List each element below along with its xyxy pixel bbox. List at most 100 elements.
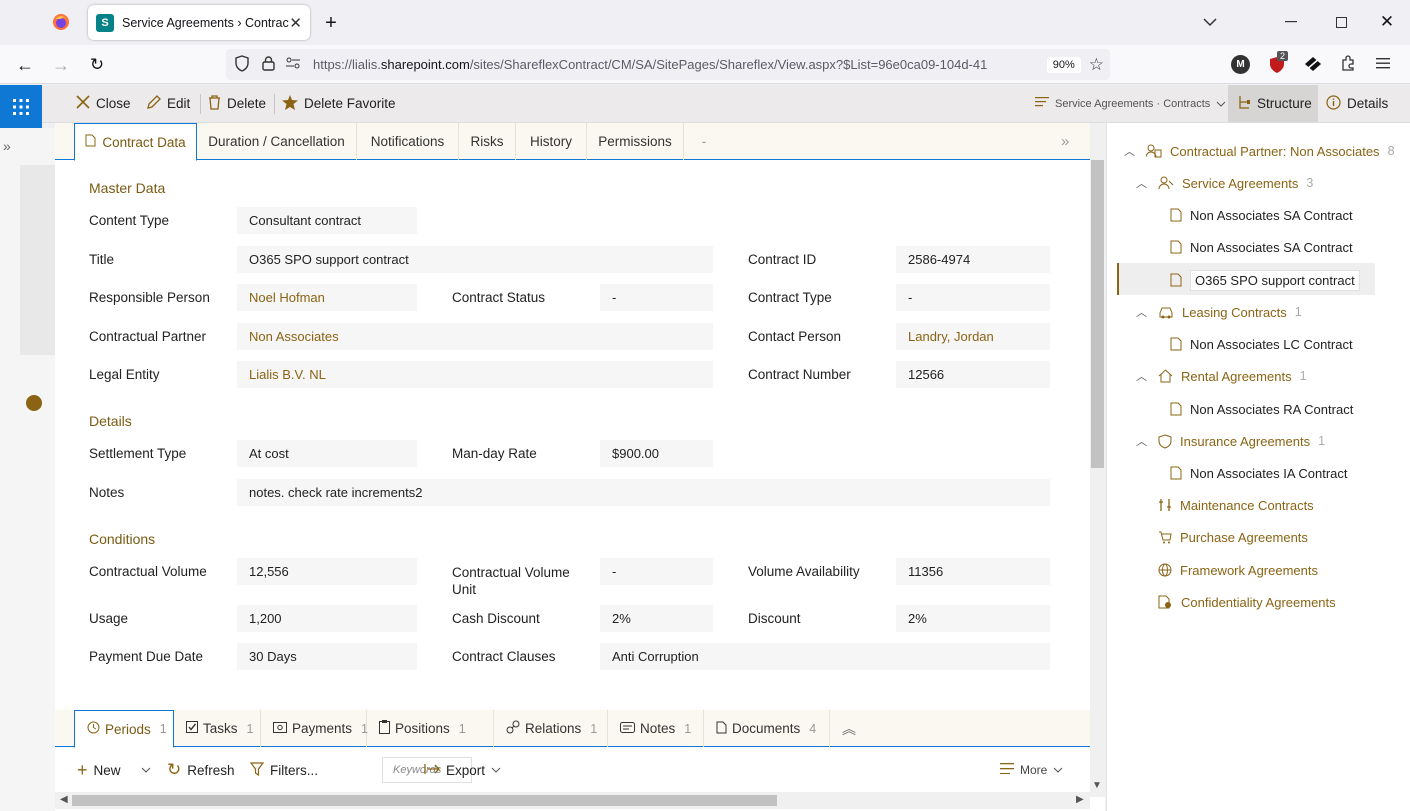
- tab-notifications[interactable]: Notifications: [357, 123, 459, 160]
- field-discount[interactable]: 2%: [896, 605, 1050, 632]
- breadcrumb-dropdown[interactable]: Service Agreements · Contracts: [1035, 85, 1226, 122]
- horizontal-scroll-thumb[interactable]: [72, 795, 777, 806]
- browser-tab[interactable]: S Service Agreements › Contracts ✕: [88, 5, 310, 40]
- field-payment-due-date[interactable]: 30 Days: [237, 643, 417, 670]
- tree-item-ia-contract[interactable]: Non Associates IA Contract: [1170, 462, 1348, 484]
- extensions-puzzle-icon[interactable]: [1340, 55, 1360, 75]
- delete-button[interactable]: Delete: [208, 85, 266, 122]
- collapse-tabs-icon[interactable]: ︽: [830, 710, 870, 747]
- tree-item-ra-contract[interactable]: Non Associates RA Contract: [1170, 398, 1353, 420]
- more-button[interactable]: More: [1000, 748, 1063, 792]
- tree-item-lc-contract[interactable]: Non Associates LC Contract: [1170, 333, 1353, 355]
- maximize-icon[interactable]: [1330, 12, 1352, 32]
- field-man-day-rate[interactable]: $900.00: [600, 440, 713, 467]
- new-dropdown-chevron[interactable]: [141, 748, 151, 792]
- scroll-right-arrow[interactable]: ▶: [1076, 794, 1084, 805]
- field-notes[interactable]: notes. check rate increments2: [237, 479, 1050, 506]
- field-usage[interactable]: 1,200: [237, 605, 417, 632]
- firefox-icon[interactable]: [52, 13, 70, 34]
- tab-positions[interactable]: Positions 1: [367, 710, 494, 747]
- tab-contract-data[interactable]: Contract Data: [74, 123, 197, 161]
- tab-periods[interactable]: Periods 1: [74, 710, 174, 748]
- list-all-tabs-icon[interactable]: [1200, 12, 1220, 32]
- minimize-icon[interactable]: [1280, 12, 1302, 32]
- field-contractual-volume-unit[interactable]: -: [600, 558, 713, 585]
- tree-maintenance-contracts[interactable]: Maintenance Contracts: [1158, 494, 1314, 516]
- close-tab-icon[interactable]: ✕: [289, 14, 302, 32]
- label-title: Title: [89, 252, 115, 267]
- field-content-type[interactable]: Consultant contract: [237, 207, 417, 234]
- tree-leasing-contracts[interactable]: ︿ Leasing Contracts 1: [1136, 301, 1302, 323]
- field-volume-availability[interactable]: 11356: [896, 558, 1050, 585]
- permissions-icon[interactable]: [285, 57, 301, 72]
- tab-tasks[interactable]: Tasks 1: [174, 710, 261, 747]
- refresh-button[interactable]: ↻ Refresh: [167, 748, 235, 792]
- tab-relations[interactable]: Relations 1: [494, 710, 608, 747]
- tree-item-o365-contract[interactable]: O365 SPO support contract: [1170, 269, 1360, 291]
- field-contractual-partner[interactable]: Non Associates: [237, 323, 713, 350]
- field-contract-id[interactable]: 2586-4974: [896, 246, 1050, 273]
- shield-icon[interactable]: [234, 54, 250, 75]
- field-responsible-person[interactable]: Noel Hofman: [237, 284, 417, 311]
- edit-button[interactable]: Edit: [146, 85, 190, 122]
- tab-documents[interactable]: Documents 4: [704, 710, 830, 747]
- field-contract-clauses[interactable]: Anti Corruption: [600, 643, 1050, 670]
- scroll-left-arrow[interactable]: ◀: [60, 794, 68, 805]
- tab-permissions[interactable]: Permissions: [587, 123, 684, 160]
- reload-icon[interactable]: ↻: [86, 54, 108, 76]
- tree-root-contractual-partner[interactable]: ︿ Contractual Partner: Non Associates 8: [1124, 140, 1395, 162]
- field-contract-type[interactable]: -: [896, 284, 1050, 311]
- scroll-down-arrow[interactable]: ▼: [1092, 780, 1102, 791]
- app-launcher-icon[interactable]: [0, 85, 42, 128]
- tab-payments[interactable]: Payments 1: [261, 710, 368, 747]
- chevron-up-icon[interactable]: ︿: [1136, 175, 1148, 191]
- delete-favorite-button[interactable]: Delete Favorite: [282, 85, 396, 122]
- close-button[interactable]: Close: [76, 85, 131, 122]
- tab-duration-cancellation[interactable]: Duration / Cancellation: [197, 123, 357, 160]
- chevron-up-icon[interactable]: ︿: [1136, 433, 1148, 449]
- chevron-up-icon[interactable]: ︿: [1124, 143, 1136, 159]
- profile-avatar[interactable]: M: [1231, 55, 1250, 74]
- structure-button[interactable]: Structure: [1228, 85, 1318, 122]
- window-close-icon[interactable]: ✕: [1376, 12, 1398, 32]
- field-settlement-type[interactable]: At cost: [237, 440, 417, 467]
- field-title[interactable]: O365 SPO support contract: [237, 246, 713, 273]
- details-button[interactable]: Details: [1326, 85, 1388, 122]
- tree-item-sa-contract-2[interactable]: Non Associates SA Contract: [1170, 236, 1353, 258]
- new-tab-icon[interactable]: +: [320, 12, 342, 34]
- tree-rental-agreements[interactable]: ︿ Rental Agreements 1: [1136, 365, 1307, 387]
- tree-purchase-agreements[interactable]: Purchase Agreements: [1158, 526, 1308, 548]
- new-button[interactable]: + New: [77, 748, 121, 792]
- tab-more[interactable]: -: [684, 123, 724, 160]
- scroll-tabs-icon[interactable]: »: [1061, 133, 1069, 150]
- chevron-up-icon[interactable]: ︿: [1136, 368, 1148, 384]
- field-cash-discount[interactable]: 2%: [600, 605, 713, 632]
- tree-service-agreements[interactable]: ︿ Service Agreements 3: [1136, 172, 1313, 194]
- field-contractual-volume[interactable]: 12,556: [237, 558, 417, 585]
- filters-button[interactable]: Filters...: [249, 748, 318, 792]
- back-icon[interactable]: ←: [14, 54, 36, 76]
- tab-notes[interactable]: Notes 1: [608, 710, 704, 747]
- zoom-level[interactable]: 90%: [1046, 56, 1081, 73]
- ublock-extension-icon[interactable]: 2: [1268, 51, 1289, 75]
- field-contract-status[interactable]: -: [600, 284, 713, 311]
- menu-icon[interactable]: [1376, 57, 1394, 73]
- address-bar[interactable]: https://lialis.sharepoint.com/sites/Shar…: [226, 49, 1110, 80]
- chevron-up-icon[interactable]: ︿: [1136, 304, 1148, 320]
- vertical-scroll-thumb[interactable]: [1091, 160, 1104, 468]
- expand-nav-icon[interactable]: »: [3, 138, 11, 154]
- export-button[interactable]: Export: [424, 748, 501, 792]
- extension-icon[interactable]: [1304, 56, 1324, 74]
- field-legal-entity[interactable]: Lialis B.V. NL: [237, 361, 713, 388]
- bookmark-star-icon[interactable]: ☆: [1089, 55, 1104, 75]
- lock-icon[interactable]: [262, 55, 275, 74]
- tree-confidentiality-agreements[interactable]: Confidentiality Agreements: [1158, 591, 1336, 613]
- tree-insurance-agreements[interactable]: ︿ Insurance Agreements 1: [1136, 430, 1325, 452]
- tree-item-sa-contract-1[interactable]: Non Associates SA Contract: [1170, 204, 1353, 226]
- field-contact-person[interactable]: Landry, Jordan: [896, 323, 1050, 350]
- tab-history[interactable]: History: [516, 123, 587, 160]
- tab-risks[interactable]: Risks: [459, 123, 516, 160]
- field-contract-number[interactable]: 12566: [896, 361, 1050, 388]
- forward-icon[interactable]: →: [50, 54, 72, 76]
- tree-framework-agreements[interactable]: Framework Agreements: [1158, 559, 1318, 581]
